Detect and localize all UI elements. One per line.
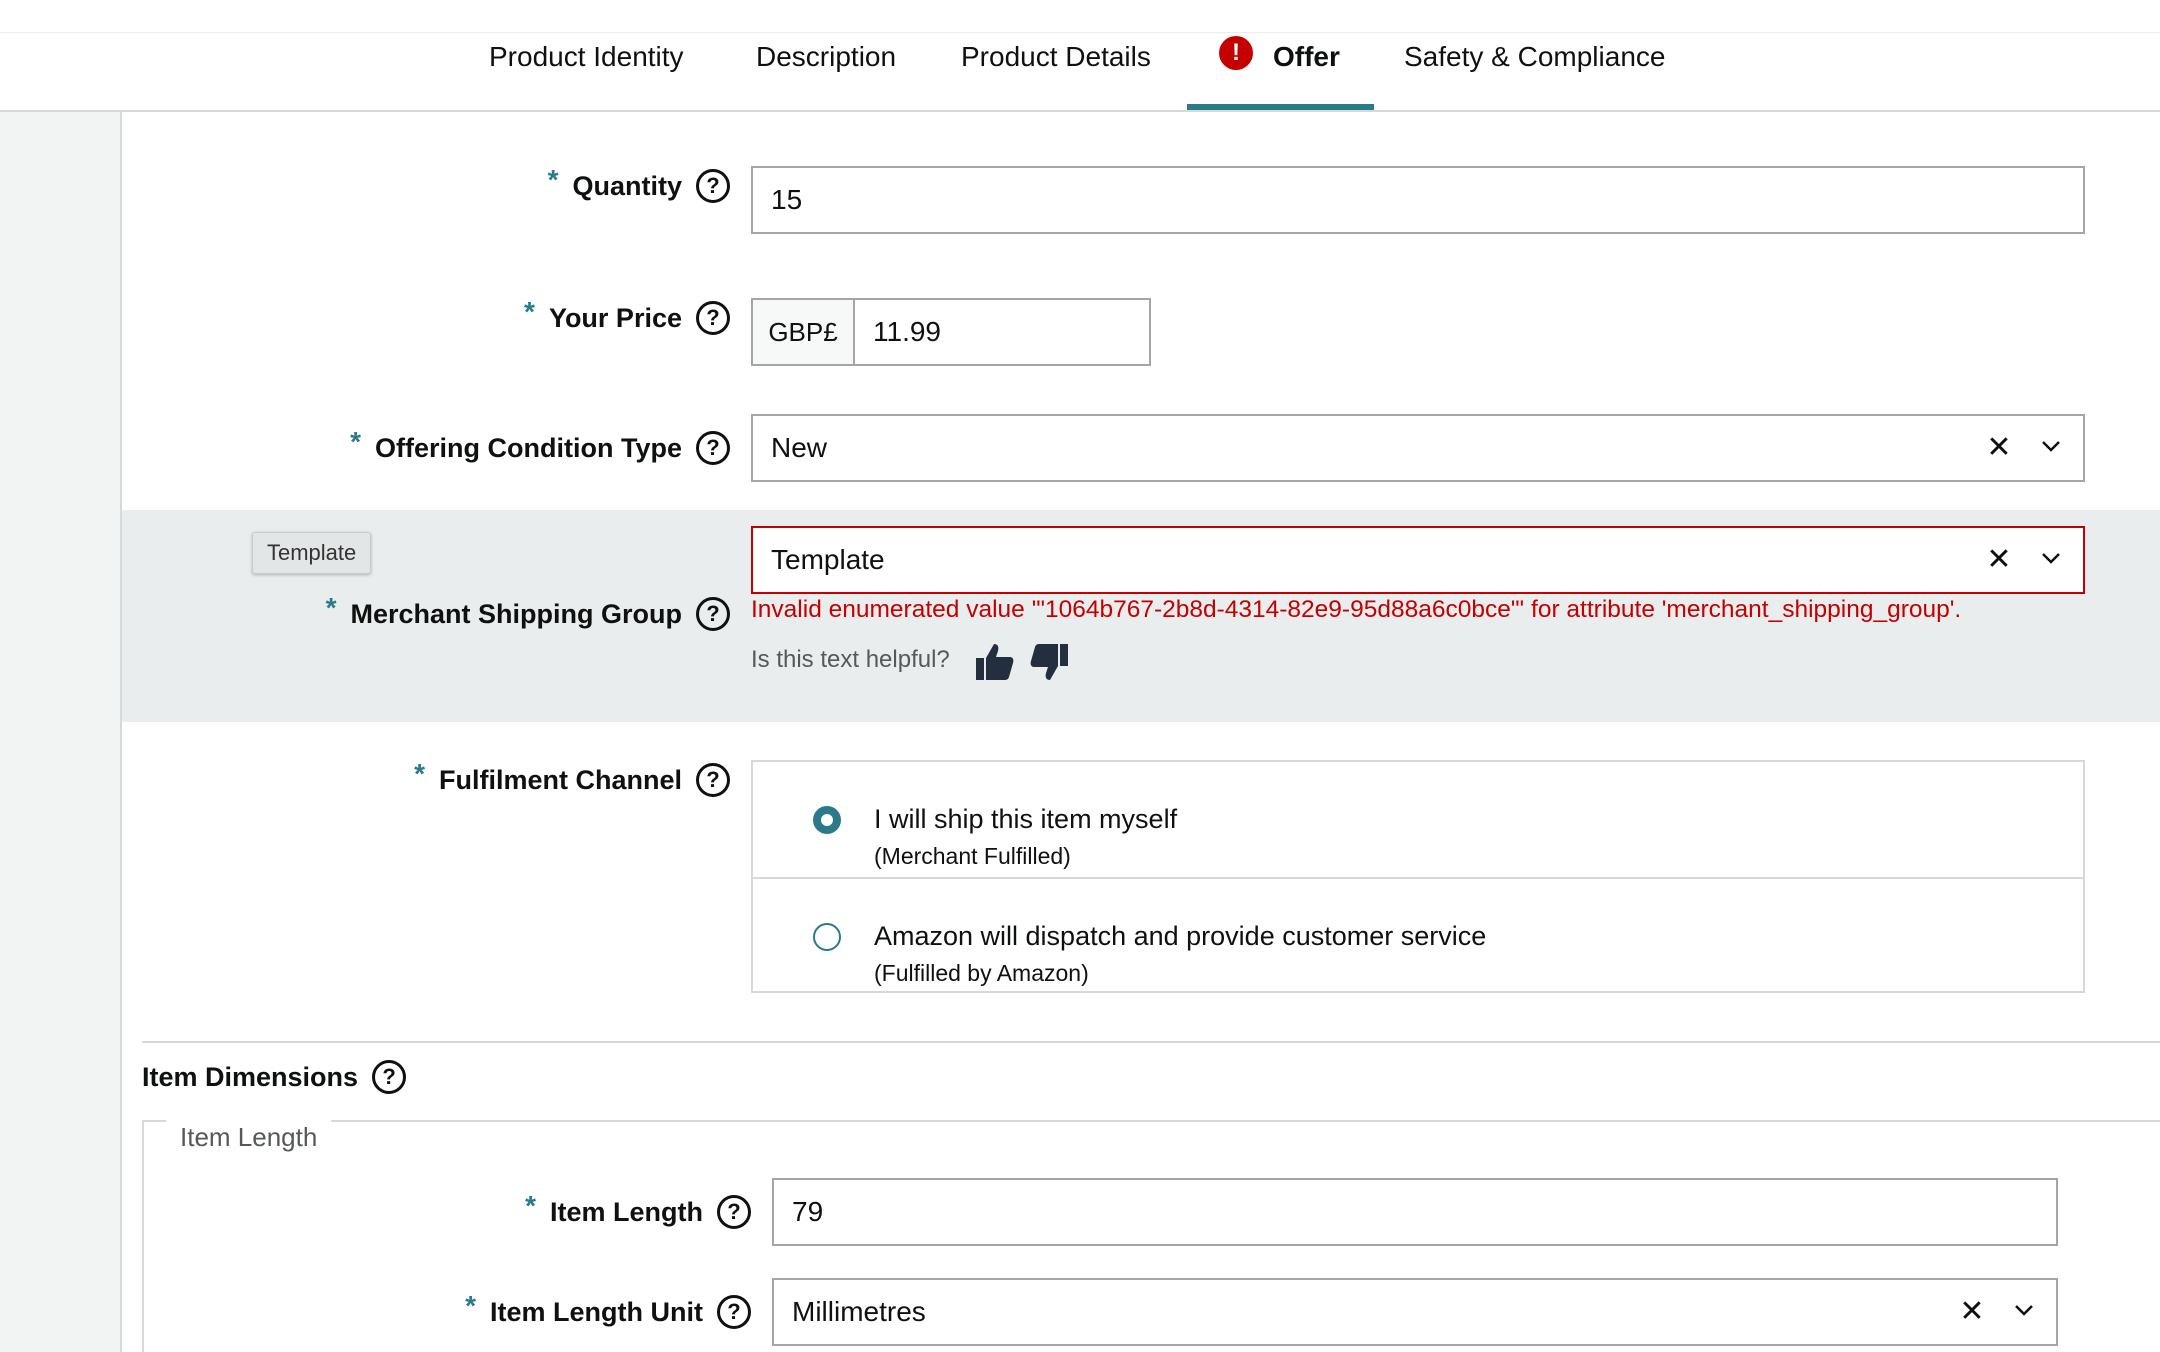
- chevron-down-icon[interactable]: [2035, 430, 2067, 462]
- tab-bar: Product Identity Description Product Det…: [0, 0, 2160, 112]
- clear-icon[interactable]: ✕: [1983, 432, 2015, 464]
- required-marker: *: [465, 1290, 477, 1321]
- item-dimensions-title: Item Dimensions ?: [142, 1060, 407, 1094]
- quantity-input[interactable]: [751, 166, 2085, 234]
- help-icon[interactable]: ?: [696, 597, 730, 631]
- quantity-label: * Quantity ?: [300, 164, 730, 206]
- radio-button[interactable]: [813, 923, 841, 951]
- item-length-legend: Item Length: [166, 1120, 332, 1154]
- item-length-label: * Item Length ?: [300, 1190, 751, 1232]
- tab-offer[interactable]: ! Offer: [1219, 0, 1340, 112]
- condition-value: New: [771, 432, 828, 463]
- required-marker: *: [547, 164, 559, 195]
- item-length-unit-select[interactable]: Millimetres ✕: [772, 1278, 2058, 1346]
- help-icon[interactable]: ?: [696, 431, 730, 465]
- thumbs-up-icon[interactable]: [972, 640, 1016, 684]
- tab-description[interactable]: Description: [756, 0, 896, 112]
- error-message: Invalid enumerated value '"1064b767-2b8d…: [751, 596, 1962, 623]
- condition-select[interactable]: New ✕: [751, 414, 2085, 482]
- error-icon: !: [1219, 36, 1253, 70]
- fulfilment-radio-group: I will ship this item myself (Merchant F…: [751, 760, 2085, 993]
- required-marker: *: [525, 1190, 536, 1221]
- price-field[interactable]: [873, 316, 1149, 348]
- item-length-unit-label: * Item Length Unit ?: [300, 1290, 751, 1332]
- fulfilment-label: * Fulfilment Channel ?: [300, 758, 730, 800]
- shipping-group-value: Template: [771, 544, 885, 575]
- help-icon[interactable]: ?: [372, 1060, 407, 1094]
- shipping-group-label: * Merchant Shipping Group ?: [200, 592, 730, 634]
- tab-product-details[interactable]: Product Details: [961, 0, 1151, 112]
- quantity-field[interactable]: [771, 184, 2083, 216]
- help-icon[interactable]: ?: [696, 763, 730, 797]
- left-rail: [0, 112, 122, 1352]
- help-icon[interactable]: ?: [696, 169, 730, 203]
- section-divider: [142, 1041, 2160, 1043]
- help-icon[interactable]: ?: [696, 301, 730, 335]
- shipping-group-select[interactable]: Template ✕: [751, 526, 2085, 594]
- price-input[interactable]: [853, 298, 1151, 366]
- item-length-field[interactable]: [792, 1196, 2056, 1228]
- tab-safety-compliance[interactable]: Safety & Compliance: [1404, 0, 1665, 112]
- helpful-prompt: Is this text helpful?: [751, 646, 950, 673]
- chevron-down-icon[interactable]: [2035, 542, 2067, 574]
- required-marker: *: [524, 296, 535, 327]
- clear-icon[interactable]: ✕: [1983, 544, 2015, 576]
- chevron-down-icon[interactable]: [2008, 1294, 2040, 1326]
- currency-prefix: GBP£: [751, 298, 855, 366]
- required-marker: *: [325, 592, 337, 623]
- item-length-unit-value: Millimetres: [792, 1296, 926, 1327]
- help-icon[interactable]: ?: [717, 1195, 751, 1229]
- radio-option-merchant-fulfilled[interactable]: I will ship this item myself (Merchant F…: [753, 762, 2083, 877]
- clear-icon[interactable]: ✕: [1956, 1296, 1988, 1328]
- active-tab-indicator: [1187, 104, 1374, 110]
- required-marker: *: [414, 758, 425, 789]
- tooltip: Template: [252, 532, 372, 574]
- tab-product-identity[interactable]: Product Identity: [489, 0, 684, 112]
- item-length-input[interactable]: [772, 1178, 2058, 1246]
- condition-label: * Offering Condition Type ?: [200, 426, 730, 468]
- required-marker: *: [350, 426, 362, 457]
- thumbs-down-icon[interactable]: [1028, 640, 1072, 684]
- price-label: * Your Price ?: [300, 296, 730, 338]
- radio-option-fulfilled-by-amazon[interactable]: Amazon will dispatch and provide custome…: [753, 877, 2083, 992]
- radio-button-checked[interactable]: [813, 806, 841, 834]
- help-icon[interactable]: ?: [717, 1295, 751, 1329]
